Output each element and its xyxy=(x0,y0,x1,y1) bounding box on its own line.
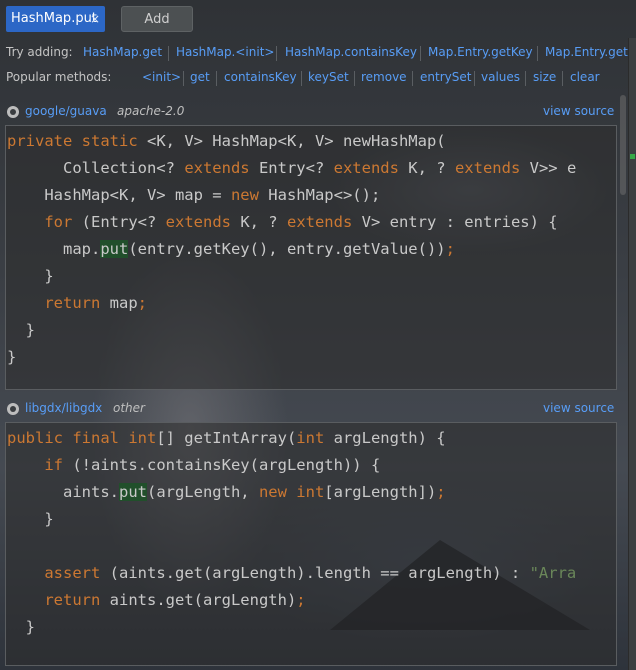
try-link-entry-get[interactable]: Map.Entry.get xyxy=(545,45,628,59)
separator xyxy=(183,71,184,86)
side-panel xyxy=(628,38,636,670)
code-line: HashMap<K, V> map = new HashMap<>(); xyxy=(7,186,381,204)
code-line: } xyxy=(7,618,35,636)
github-icon xyxy=(7,403,19,415)
tab-hashmap-put[interactable]: HashMap.put × xyxy=(6,6,105,32)
method-link-keyset[interactable]: keySet xyxy=(308,70,349,84)
code-line: if (!aints.containsKey(argLength)) { xyxy=(44,456,381,474)
code-line: } xyxy=(7,348,17,366)
popular-methods-row: Popular methods: <init> get containsKey … xyxy=(0,68,628,88)
method-link-entryset[interactable]: entrySet xyxy=(420,70,471,84)
separator xyxy=(525,71,526,86)
code-line: return aints.get(argLength); xyxy=(44,591,306,609)
license-label: other xyxy=(113,401,145,415)
separator xyxy=(301,71,302,86)
repo-link[interactable]: google/guava xyxy=(25,104,107,118)
method-link-size[interactable]: size xyxy=(533,70,556,84)
code-snippet-1[interactable]: private static <K, V> HashMap<K, V> newH… xyxy=(5,125,617,390)
code-line: public final int[] getIntArray(int argLe… xyxy=(7,429,446,447)
code-line: } xyxy=(7,321,35,339)
code-line: map.put(entry.getKey(), entry.getValue()… xyxy=(7,240,455,258)
tab-title: HashMap.put xyxy=(11,11,97,26)
separator xyxy=(276,46,277,61)
separator xyxy=(354,71,355,86)
snippet-2-header: libgdx/libgdx other view source xyxy=(0,399,628,419)
method-link-get[interactable]: get xyxy=(190,70,210,84)
try-link-hashmap-containskey[interactable]: HashMap.containsKey xyxy=(285,45,417,59)
separator xyxy=(537,46,538,61)
separator xyxy=(216,71,217,86)
view-source-link[interactable]: view source xyxy=(543,401,614,415)
method-link-clear[interactable]: clear xyxy=(570,70,600,84)
close-icon[interactable]: × xyxy=(90,6,100,32)
license-label: apache-2.0 xyxy=(117,104,185,118)
method-link-remove[interactable]: remove xyxy=(361,70,407,84)
try-link-hashmap-get[interactable]: HashMap.get xyxy=(83,45,162,59)
snippet-1-header: google/guava apache-2.0 view source xyxy=(0,102,628,122)
method-link-values[interactable]: values xyxy=(481,70,520,84)
plugin-status-indicator xyxy=(630,154,635,159)
code-line: assert (aints.get(argLength).length == a… xyxy=(44,564,577,582)
repo-link[interactable]: libgdx/libgdx xyxy=(25,401,102,415)
add-button[interactable]: Add xyxy=(121,6,193,32)
code-line: return map; xyxy=(44,294,147,312)
try-link-entry-getkey[interactable]: Map.Entry.getKey xyxy=(428,45,533,59)
github-icon xyxy=(7,106,19,118)
try-adding-row: Try adding: HashMap.get HashMap.<init> H… xyxy=(0,43,628,63)
code-line: private static <K, V> HashMap<K, V> newH… xyxy=(7,132,446,150)
try-adding-label: Try adding: xyxy=(6,45,73,59)
method-link-init[interactable]: <init> xyxy=(142,70,181,84)
code-line: } xyxy=(7,510,54,528)
separator xyxy=(474,71,475,86)
try-link-hashmap-init[interactable]: HashMap.<init> xyxy=(176,45,274,59)
code-line: } xyxy=(7,267,54,285)
code-line: Collection<? extends Entry<? extends K, … xyxy=(7,159,577,177)
tab-bar: HashMap.put × Add xyxy=(0,0,636,38)
view-source-link[interactable]: view source xyxy=(543,104,614,118)
code-line: for (Entry<? extends K, ? extends V> ent… xyxy=(44,213,558,231)
code-snippet-2[interactable]: public final int[] getIntArray(int argLe… xyxy=(5,422,617,666)
separator xyxy=(420,46,421,61)
method-link-containskey[interactable]: containsKey xyxy=(224,70,297,84)
separator xyxy=(412,71,413,86)
popular-methods-label: Popular methods: xyxy=(6,70,112,84)
separator xyxy=(562,71,563,86)
code-line: aints.put(argLength, new int[argLength])… xyxy=(7,483,446,501)
separator xyxy=(168,46,169,61)
